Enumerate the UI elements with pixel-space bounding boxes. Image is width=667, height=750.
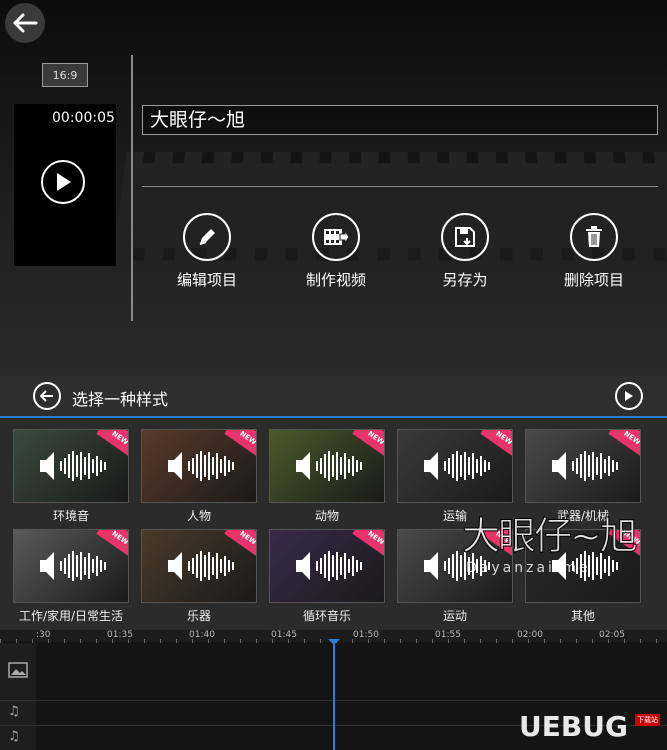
sound-wave-icon <box>40 551 106 581</box>
vertical-divider <box>131 55 133 321</box>
style-thumbnail: NEW <box>141 529 257 603</box>
make-video-label: 制作视频 <box>305 271 366 289</box>
back-button[interactable] <box>5 3 45 43</box>
playhead[interactable] <box>333 640 335 750</box>
style-thumbnail: NEW <box>269 429 385 503</box>
style-label: 人物 <box>186 509 211 523</box>
delete-project-label: 删除项目 <box>563 271 624 289</box>
save-as-icon <box>455 227 475 247</box>
style-play-button[interactable] <box>615 382 643 410</box>
style-tile[interactable]: NEW 循环音乐 <box>269 529 385 624</box>
style-label: 工作/家用/日常生活 <box>18 609 124 623</box>
style-thumbnail: NEW <box>397 429 513 503</box>
timecode: 00:00:05 <box>52 110 115 126</box>
make-video-button[interactable]: 制作视频 <box>286 213 386 290</box>
delete-project-button[interactable]: 删除项目 <box>544 213 644 290</box>
style-thumbnail: NEW <box>269 529 385 603</box>
film-export-icon <box>324 229 350 245</box>
style-picker-title: 选择一种样式 <box>72 390 169 409</box>
edit-project-button[interactable]: 编辑项目 <box>157 213 257 290</box>
corner-watermark-sub: 下载站 <box>635 714 660 726</box>
sound-wave-icon <box>168 451 234 481</box>
save-as-label: 另存为 <box>442 271 488 289</box>
sound-wave-icon <box>40 451 106 481</box>
sound-wave-icon <box>552 451 618 481</box>
style-tile[interactable]: NEW 人物 <box>141 429 257 524</box>
playhead-handle[interactable] <box>328 639 340 645</box>
style-tile[interactable]: NEW 工作/家用/日常生活 <box>13 529 129 624</box>
style-label: 乐器 <box>186 609 211 623</box>
sound-wave-icon <box>296 551 362 581</box>
style-label: 环境音 <box>52 509 89 523</box>
edit-project-label: 编辑项目 <box>176 271 237 289</box>
sound-wave-icon <box>424 451 490 481</box>
arrow-left-icon <box>13 13 38 33</box>
style-label: 其他 <box>570 609 595 623</box>
style-thumbnail: NEW <box>13 429 129 503</box>
trash-icon <box>586 226 602 247</box>
project-title-field[interactable]: 大眼仔～旭 <box>142 105 658 135</box>
style-tile[interactable]: NEW 乐器 <box>141 529 257 624</box>
style-label: 动物 <box>314 509 339 523</box>
arrow-left-icon <box>40 390 53 402</box>
style-label: 运动 <box>442 609 467 623</box>
pencil-icon <box>199 229 215 245</box>
style-label: 循环音乐 <box>302 609 351 623</box>
style-tile[interactable]: NEW 环境音 <box>13 429 129 524</box>
style-picker-header: 选择一种样式 <box>0 376 667 418</box>
watermark-text: 大眼仔~旭 <box>462 514 639 559</box>
style-back-button[interactable] <box>33 382 61 410</box>
corner-watermark: UEBUG <box>519 710 628 743</box>
image-track-icon[interactable] <box>8 662 28 682</box>
music-track-icon[interactable]: ♫ <box>8 729 20 744</box>
play-icon <box>625 391 633 401</box>
style-thumbnail: NEW <box>525 429 641 503</box>
style-tile[interactable]: NEW 动物 <box>269 429 385 524</box>
save-as-button[interactable]: 另存为 <box>415 213 515 290</box>
sound-wave-icon <box>296 451 362 481</box>
play-icon <box>57 173 71 191</box>
preview-play-button[interactable] <box>41 160 85 204</box>
watermark-subtext: Dayanzai.me <box>466 560 591 576</box>
horizontal-divider <box>142 186 658 187</box>
style-thumbnail: NEW <box>141 429 257 503</box>
sound-wave-icon <box>168 551 234 581</box>
music-track-icon[interactable]: ♫ <box>8 704 20 719</box>
project-panel: 16:9 00:00:05 大眼仔～旭 编辑项目 制作视频 另存为 删除项目 <box>0 0 667 376</box>
aspect-ratio-badge[interactable]: 16:9 <box>42 63 88 87</box>
style-thumbnail: NEW <box>13 529 129 603</box>
